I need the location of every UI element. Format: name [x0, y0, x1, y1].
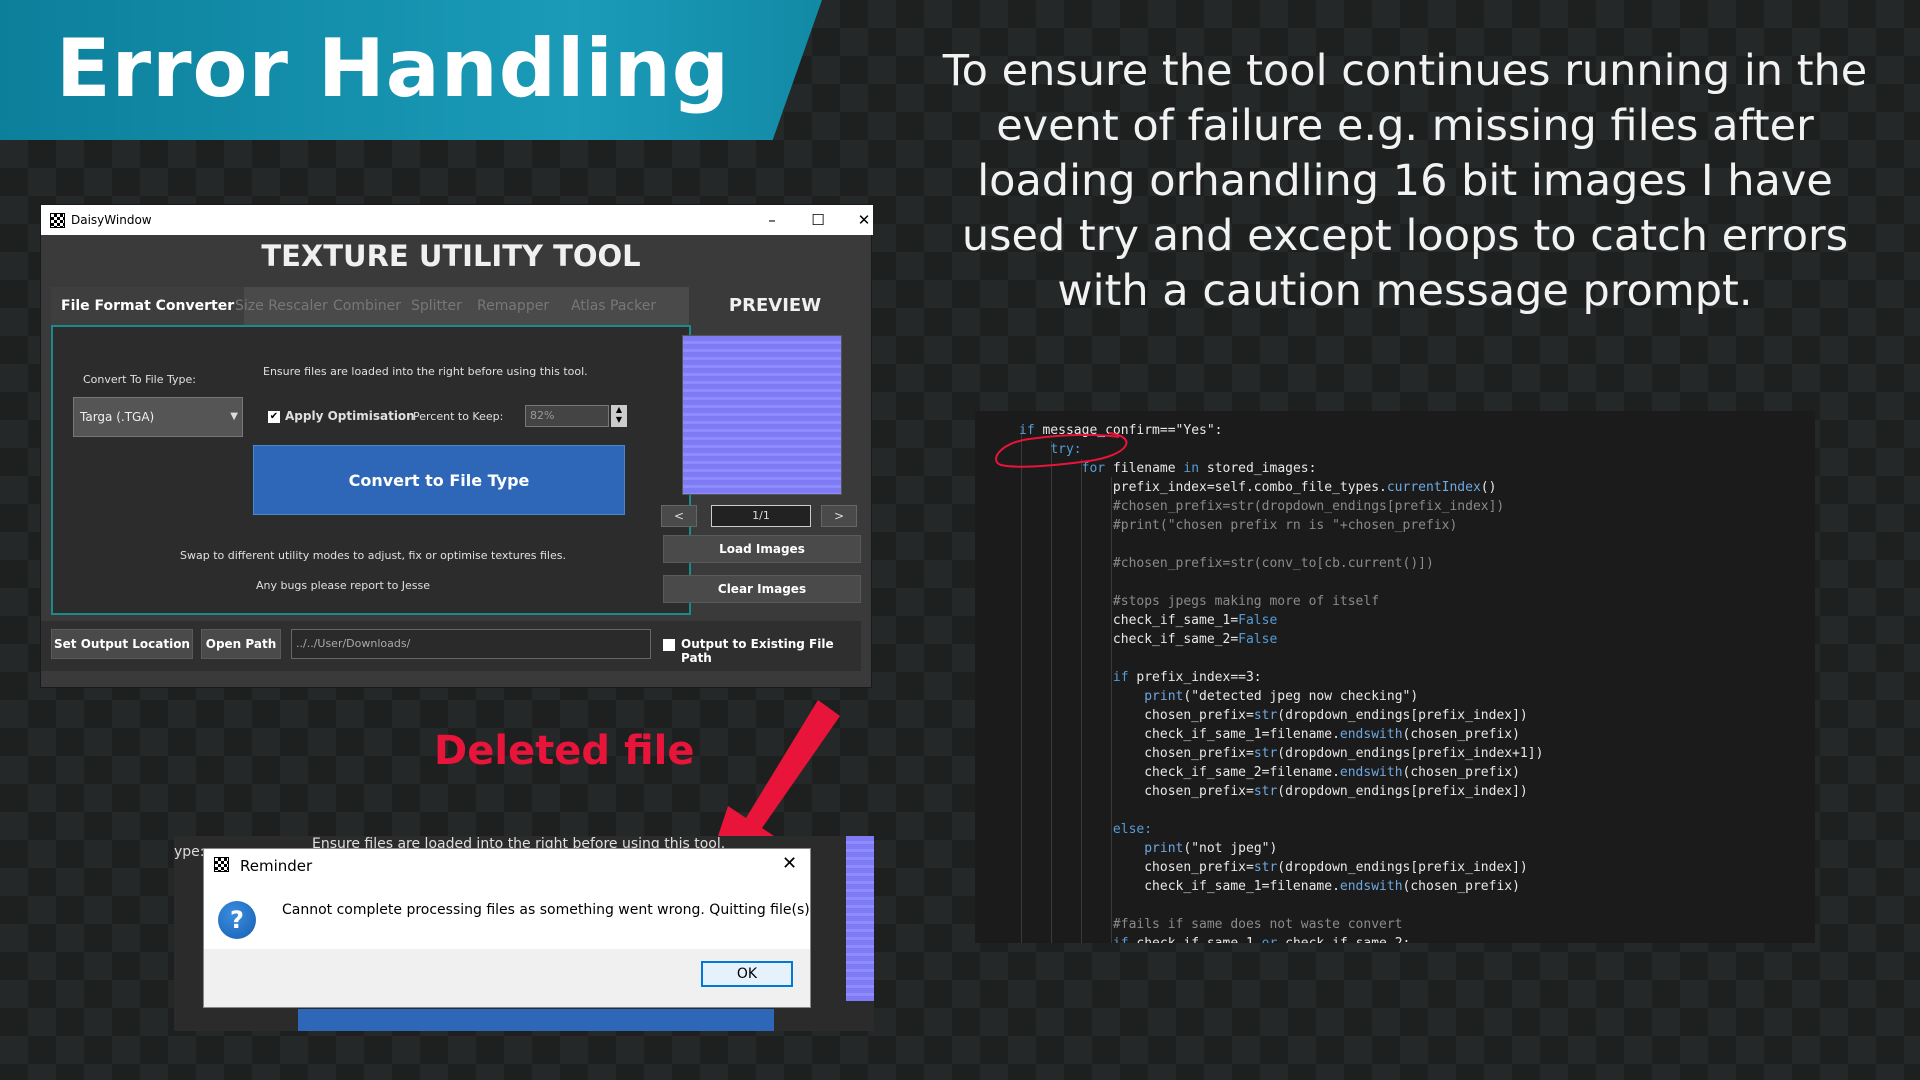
percent-input[interactable]: 82% [525, 405, 609, 427]
dialog-message: Cannot complete processing files as some… [282, 902, 810, 918]
tab-remapper[interactable]: Remapper [477, 287, 549, 325]
output-existing-checkbox[interactable] [663, 639, 675, 651]
file-type-value: Targa (.TGA) [80, 410, 155, 424]
convert-label: Convert To File Type: [83, 373, 196, 386]
code-line: #chosen_prefix=str(dropdown_endings[pref… [1019, 499, 1505, 514]
code-line: chosen_prefix=str(dropdown_endings[prefi… [1019, 708, 1528, 723]
code-line: chosen_prefix=str(dropdown_endings[prefi… [1019, 860, 1528, 875]
app-logo-icon [50, 213, 65, 228]
apply-optimisation-label: Apply Optimisation [285, 409, 415, 423]
reminder-dialog: Reminder ✕ ? Cannot complete processing … [203, 848, 811, 1008]
tab-combiner[interactable]: Combiner [333, 287, 401, 325]
code-line: check_if_same_1=False [1019, 613, 1278, 628]
code-line: chosen_prefix=str(dropdown_endings[prefi… [1019, 746, 1544, 761]
code-line: check_if_same_1=filename.endswith(chosen… [1019, 879, 1520, 894]
code-line: if prefix_index==3: [1112, 670, 1262, 685]
maximize-button[interactable]: ☐ [804, 209, 832, 231]
set-output-location-button[interactable]: Set Output Location [51, 629, 193, 659]
load-images-button[interactable]: Load Images [663, 535, 861, 563]
file-type-select[interactable]: Targa (.TGA) ▼ [73, 397, 243, 437]
close-button[interactable]: ✕ [850, 209, 878, 231]
chevron-down-icon: ▼ [230, 411, 238, 422]
mode-tabs: File Format Converter Size Rescaler Comb… [51, 287, 689, 325]
tab-splitter[interactable]: Splitter [411, 287, 462, 325]
dialog-title: Reminder [240, 857, 313, 875]
code-line: else: [1112, 822, 1153, 837]
window-titlebar: DaisyWindow – ☐ ✕ [41, 205, 873, 235]
preview-image [682, 335, 842, 495]
ensure-note: Ensure files are loaded into the right b… [263, 365, 588, 378]
apply-optimisation-checkbox[interactable]: ✔ [268, 411, 280, 423]
swap-note: Swap to different utility modes to adjus… [180, 549, 566, 562]
output-existing-label: Output to Existing File Path [681, 637, 834, 665]
open-path-button[interactable]: Open Path [201, 629, 281, 659]
deleted-file-label: Deleted file [434, 728, 695, 774]
bugs-note: Any bugs please report to Jesse [255, 579, 431, 592]
code-panel: if message_confirm=="Yes": try: for file… [975, 411, 1815, 943]
question-icon: ? [218, 901, 256, 939]
code-line: print("not jpeg") [1144, 841, 1278, 856]
slide-title: Error Handling [56, 22, 731, 115]
code-line: chosen_prefix=str(dropdown_endings[prefi… [1019, 784, 1528, 799]
output-path-input[interactable]: ../../User/Downloads/ [291, 629, 651, 659]
red-circle-annotation [995, 432, 1128, 468]
code-line: check_if_same_2=filename.endswith(chosen… [1019, 765, 1520, 780]
explanation-text: To ensure the tool continues running in … [942, 46, 1868, 316]
clear-images-button[interactable]: Clear Images [663, 575, 861, 603]
prev-image-button[interactable]: < [661, 505, 697, 527]
preview-title: PREVIEW [728, 295, 822, 316]
minimize-button[interactable]: – [758, 209, 786, 231]
code-line: #fails if same does not waste convert [1019, 917, 1403, 932]
code-line: #chosen_prefix=str(conv_to[cb.current()]… [1019, 556, 1434, 571]
page-indicator: 1/1 [711, 505, 811, 527]
window-title: DaisyWindow [71, 213, 152, 227]
next-image-button[interactable]: > [821, 505, 857, 527]
code-line: #stops jpegs making more of itself [1019, 594, 1380, 609]
bg-preview-strip [846, 836, 874, 1001]
app-window: DaisyWindow – ☐ ✕ TEXTURE UTILITY TOOL F… [40, 204, 873, 688]
code-line: check_if_same_2=False [1019, 632, 1278, 647]
bg-convert-button [298, 1009, 774, 1031]
code-line: check_if_same_1=filename.endswith(chosen… [1019, 727, 1520, 742]
app-logo-icon [214, 857, 229, 872]
converter-panel: Convert To File Type: Ensure files are l… [51, 325, 691, 615]
code-line: if check_if_same_1 or check_if_same_2: [1019, 936, 1410, 943]
convert-button[interactable]: Convert to File Type [253, 445, 625, 515]
tab-atlas-packer[interactable]: Atlas Packer [571, 287, 656, 325]
code-line: print("detected jpeg now checking") [1144, 689, 1419, 704]
dialog-footer: OK [204, 949, 810, 1007]
code-line: #print("chosen prefix rn is "+chosen_pre… [1019, 518, 1458, 533]
dialog-close-button[interactable]: ✕ [782, 853, 797, 874]
output-bar: Set Output Location Open Path ../../User… [41, 621, 861, 671]
bg-label: ype: [174, 844, 205, 860]
percent-stepper[interactable]: ▲ ▼ [611, 405, 627, 427]
tab-file-format-converter[interactable]: File Format Converter [51, 287, 245, 325]
tab-size-rescaler[interactable]: Size Rescaler [235, 287, 328, 325]
ok-button[interactable]: OK [701, 961, 793, 987]
app-title: TEXTURE UTILITY TOOL [261, 239, 641, 273]
percent-label: Percent to Keep: [413, 410, 504, 423]
